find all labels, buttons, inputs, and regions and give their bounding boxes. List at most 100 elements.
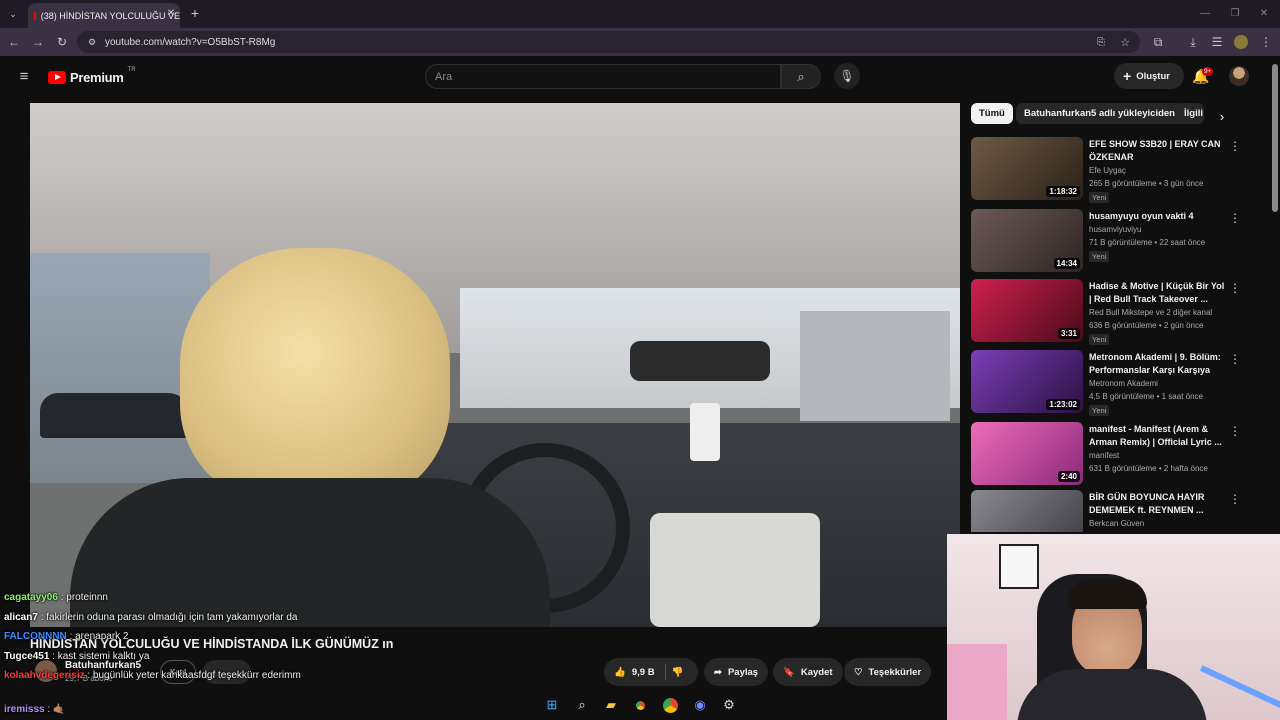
account-avatar[interactable] (1229, 66, 1249, 86)
create-label: Oluştur (1136, 70, 1170, 82)
url-field[interactable]: ⚙ youtube.com/watch?v=O5BbST-R8Mg ⎘ ☆ (77, 31, 1140, 53)
video-meta: 265 B görüntüleme • 3 gün önce (1089, 179, 1204, 188)
chrome-active-icon[interactable] (660, 695, 680, 715)
channel-name[interactable]: Efe Uygaç (1089, 166, 1126, 175)
thanks-button[interactable]: ♡ Teşekkürler (844, 658, 932, 686)
file-explorer-icon[interactable]: ▰ (601, 695, 621, 715)
video-thumbnail[interactable]: 3:31 (971, 279, 1083, 342)
minimize-icon[interactable]: — (1196, 5, 1214, 21)
bookmark-star-icon[interactable]: ☆ (1117, 34, 1133, 50)
forward-icon[interactable]: → (30, 34, 46, 50)
more-actions-icon[interactable]: ⋮ (1229, 211, 1241, 225)
new-tab-icon[interactable]: + (187, 5, 203, 21)
site-info-icon[interactable]: ⚙ (85, 34, 99, 50)
video-thumbnail[interactable]: 2:40 (971, 422, 1083, 485)
recommendation-item[interactable]: BİR GÜN BOYUNCA HAYIR DEMEMEK ft. REYNME… (971, 490, 1271, 532)
streamer-shirt (1017, 669, 1207, 720)
page-scrollbar[interactable] (1272, 64, 1278, 212)
chips-next-icon[interactable]: › (1214, 108, 1230, 124)
youtube-play-logo-icon (48, 70, 66, 84)
channel-name[interactable]: Red Bull Mikstepe ve 2 diğer kanal (1089, 308, 1212, 317)
channel-name[interactable]: manifest (1089, 451, 1119, 460)
taskbar: ⊞ ⌕ ▰ ◉ ⚙ (530, 691, 750, 720)
settings-icon[interactable]: ⚙ (719, 695, 739, 715)
video-title[interactable]: EFE SHOW S3B20 | ERAY CAN ÖZKENAR (1089, 138, 1229, 164)
channel-name[interactable]: Berkcan Güven (1089, 519, 1144, 528)
video-meta: 631 B görüntüleme • 2 hafta önce (1089, 464, 1208, 473)
video-title[interactable]: manifest - Manifest (Arem & Arman Remix)… (1089, 423, 1229, 449)
chat-user: kolaahvdegerisiz (4, 670, 85, 681)
chip-all[interactable]: Tümü (971, 103, 1013, 124)
browser-tab[interactable]: (38) HİNDİSTAN YOLCULUĞU VE (28, 3, 180, 28)
video-thumbnail[interactable] (971, 490, 1083, 532)
recommendation-item[interactable]: 1:23:02 Metronom Akademi | 9. Bölüm: Per… (971, 350, 1271, 416)
recommendation-item[interactable]: 3:31 Hadise & Motive | Küçük Bir Yol | R… (971, 279, 1271, 345)
new-badge: Yeni (1089, 192, 1110, 203)
search-button[interactable]: ⌕ (781, 64, 821, 89)
new-badge: Yeni (1089, 405, 1110, 416)
chat-text: : 🤙🏽 (47, 704, 66, 715)
chip-related[interactable]: İlgili (1176, 103, 1204, 124)
chat-message: iremisss : 🤙🏽 (4, 704, 65, 715)
share-button[interactable]: ➦ Paylaş (704, 658, 769, 686)
video-title[interactable]: BİR GÜN BOYUNCA HAYIR DEMEMEK ft. REYNME… (1089, 491, 1229, 517)
video-title[interactable]: Hadise & Motive | Küçük Bir Yol | Red Bu… (1089, 280, 1229, 306)
logo-text: Premium (70, 69, 124, 85)
video-duration: 1:18:32 (1046, 186, 1080, 197)
phone-holder (690, 403, 720, 461)
back-icon[interactable]: ← (6, 34, 22, 50)
chip-uploader[interactable]: Batuhanfurkan5 adlı yükleyiciden (1016, 103, 1183, 124)
windows-start-icon[interactable]: ⊞ (542, 695, 562, 715)
like-count[interactable]: 9,9 B (632, 667, 655, 678)
like-icon[interactable]: 👍 (614, 667, 626, 678)
reload-icon[interactable]: ↻ (54, 34, 70, 50)
video-thumbnail[interactable]: 14:34 (971, 209, 1083, 272)
recommendation-item[interactable]: 2:40 manifest - Manifest (Arem & Arman R… (971, 422, 1271, 488)
video-meta: 4,5 B görüntüleme • 1 saat önce (1089, 392, 1203, 401)
video-meta: 636 B görüntüleme • 2 gün önce (1089, 321, 1204, 330)
chat-message: kolaahvdegerisiz : bugünlük yeter kankaa… (4, 670, 301, 681)
save-button[interactable]: 🔖 Kaydet (773, 658, 843, 686)
share-label: Paylaş (727, 666, 759, 678)
more-actions-icon[interactable]: ⋮ (1229, 281, 1241, 295)
window-close-icon[interactable]: ✕ (1255, 5, 1273, 21)
close-tab-icon[interactable]: ✕ (164, 6, 178, 20)
video-thumbnail[interactable]: 1:23:02 (971, 350, 1083, 413)
more-actions-icon[interactable]: ⋮ (1229, 424, 1241, 438)
video-duration: 3:31 (1057, 328, 1080, 339)
channel-name[interactable]: Metronom Akademi (1089, 379, 1158, 388)
reading-list-icon[interactable]: ☰ (1209, 34, 1225, 50)
youtube-logo[interactable]: Premium TR (48, 67, 136, 85)
video-player[interactable] (30, 103, 960, 627)
wall-poster (999, 544, 1039, 589)
download-icon[interactable]: ⤓ (1185, 34, 1201, 50)
create-button[interactable]: + Oluştur (1114, 63, 1184, 89)
browser-tab-strip: ⌄ (38) HİNDİSTAN YOLCULUĞU VE ✕ + — ❐ ✕ (0, 0, 1280, 28)
dislike-icon[interactable]: 👎 (672, 667, 684, 678)
profile-avatar[interactable] (1234, 35, 1248, 49)
extensions-icon[interactable]: ⧉ (1150, 34, 1166, 50)
more-actions-icon[interactable]: ⋮ (1229, 352, 1241, 366)
plus-icon: + (1123, 68, 1132, 84)
youtube-favicon-icon (34, 11, 36, 20)
recommendation-item[interactable]: 14:34 husamyuyu oyun vakti 4 husamviyuvi… (971, 209, 1271, 275)
hamburger-menu-icon[interactable]: ≡ (14, 68, 34, 85)
more-actions-icon[interactable]: ⋮ (1229, 139, 1241, 153)
taskbar-search-icon[interactable]: ⌕ (572, 695, 592, 715)
voice-search-icon[interactable]: 🎙 (834, 63, 860, 89)
recommendation-item[interactable]: 1:18:32 EFE SHOW S3B20 | ERAY CAN ÖZKENA… (971, 137, 1271, 203)
install-app-icon[interactable]: ⎘ (1093, 34, 1109, 50)
tab-search-icon[interactable]: ⌄ (5, 6, 21, 22)
channel-name[interactable]: husamviyuviyu (1089, 225, 1141, 234)
discord-icon[interactable]: ◉ (690, 695, 710, 715)
maximize-icon[interactable]: ❐ (1226, 5, 1244, 21)
video-title[interactable]: husamyuyu oyun vakti 4 (1089, 210, 1229, 223)
video-thumbnail[interactable]: 1:18:32 (971, 137, 1083, 200)
video-title[interactable]: Metronom Akademi | 9. Bölüm: Performansl… (1089, 351, 1229, 377)
chrome-icon[interactable] (630, 695, 650, 715)
more-actions-icon[interactable]: ⋮ (1229, 492, 1241, 506)
side-car (40, 393, 190, 438)
video-duration: 2:40 (1057, 471, 1080, 482)
search-input[interactable]: Ara (425, 64, 781, 89)
browser-menu-icon[interactable]: ⋮ (1258, 34, 1274, 50)
